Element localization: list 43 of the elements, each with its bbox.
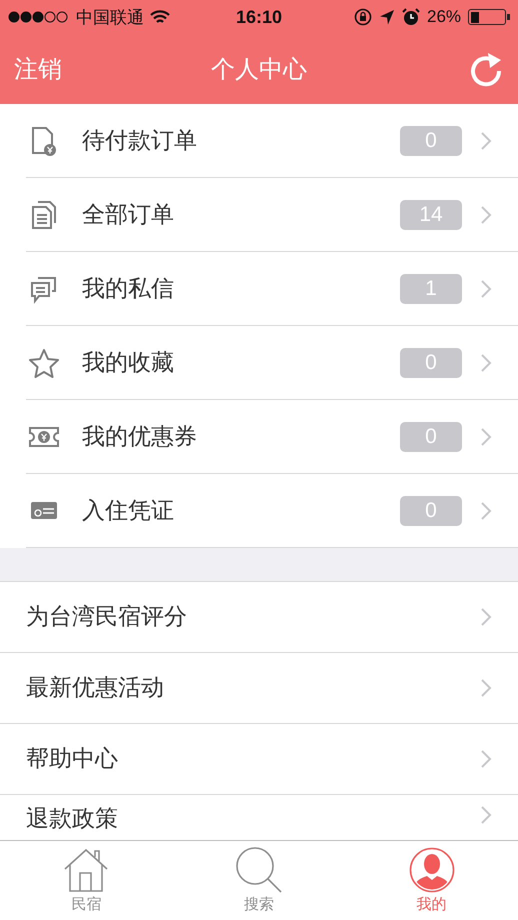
- search-icon: [235, 847, 283, 893]
- chevron-icon: [480, 204, 492, 224]
- battery-percent: 26%: [426, 7, 462, 27]
- chevron-icon: [480, 678, 492, 698]
- menu-item[interactable]: 我的私信 1: [26, 252, 518, 326]
- count-badge: 0: [400, 496, 462, 526]
- menu-item[interactable]: 为台湾民宿评分: [0, 582, 518, 653]
- menu-item[interactable]: 我的收藏 0: [26, 326, 518, 400]
- chevron-icon: [480, 352, 492, 372]
- menu-item[interactable]: 最新优惠活动: [0, 653, 518, 724]
- menu-item[interactable]: 我的优惠券 0: [26, 400, 518, 474]
- count-badge: 0: [400, 348, 462, 378]
- refresh-icon[interactable]: [470, 51, 504, 87]
- chevron-icon: [480, 749, 492, 769]
- carrier-name: 中国联通: [76, 6, 144, 28]
- count-badge: 0: [400, 422, 462, 452]
- rotation-lock-icon: [354, 8, 372, 26]
- alarm-icon: [402, 8, 420, 26]
- house-icon: [63, 847, 110, 893]
- count-badge: 1: [400, 274, 462, 304]
- count-badge: 14: [400, 200, 462, 230]
- documents-icon: [30, 200, 58, 230]
- count-badge: 0: [400, 126, 462, 156]
- coupon-icon: [28, 424, 60, 448]
- chevron-icon: [480, 805, 492, 825]
- menu-item[interactable]: 待付款订单 0: [26, 104, 518, 178]
- chevron-icon: [480, 500, 492, 520]
- chevron-icon: [480, 607, 492, 627]
- card-icon: [30, 500, 58, 520]
- location-arrow-icon: [378, 9, 395, 25]
- chevron-icon: [480, 130, 492, 150]
- menu-item[interactable]: 全部订单 14: [26, 178, 518, 252]
- menu-item[interactable]: 帮助中心: [0, 724, 518, 795]
- battery-icon: [468, 9, 506, 25]
- chevron-icon: [480, 278, 492, 298]
- page-title: 个人中心: [210, 54, 308, 85]
- chevron-icon: [480, 426, 492, 446]
- star-icon: [28, 348, 60, 378]
- wifi-icon: [150, 10, 170, 24]
- clock-time: 16:10: [236, 6, 282, 28]
- document-icon: [30, 126, 58, 156]
- person-icon: [408, 847, 455, 893]
- signal-icon: [8, 11, 70, 23]
